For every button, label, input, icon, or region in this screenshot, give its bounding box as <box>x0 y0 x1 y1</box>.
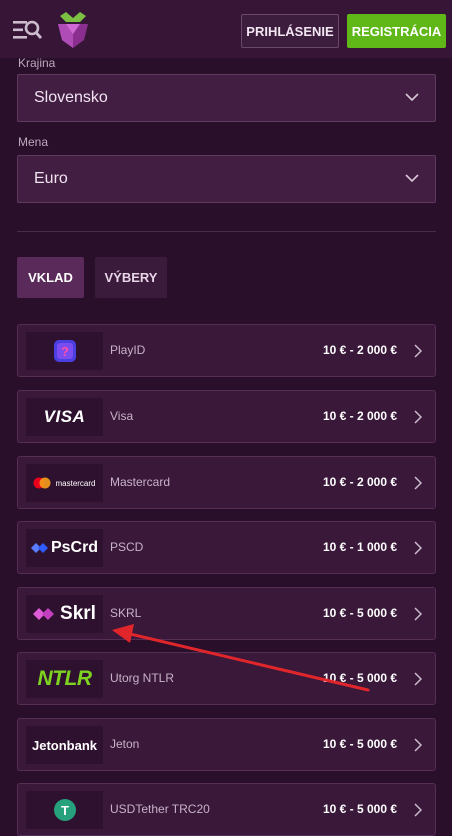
section-divider <box>17 231 436 232</box>
jetonbank-logo: Jetonbank <box>26 726 103 764</box>
mastercard-logo: mastercard <box>26 464 103 502</box>
svg-text:T: T <box>61 803 69 818</box>
payment-method-visa[interactable]: VISA Visa 10 € - 2 000 € <box>17 390 436 443</box>
method-name: PlayID <box>110 343 146 357</box>
chevron-right-icon <box>414 607 422 621</box>
country-label: Krajina <box>18 56 56 70</box>
pscrd-diamond-icon <box>30 543 48 553</box>
method-name: Mastercard <box>110 475 171 489</box>
pscrd-logo: PsCrd <box>26 529 103 567</box>
method-range: 10 € - 2 000 € <box>322 475 397 489</box>
method-range: 10 € - 1 000 € <box>322 540 397 554</box>
payment-method-jeton[interactable]: Jetonbank Jeton 10 € - 5 000 € <box>17 718 436 771</box>
tether-icon: T <box>53 799 76 821</box>
method-name: Utorg NTLR <box>110 671 175 685</box>
playid-logo: ? <box>26 332 103 370</box>
currency-select[interactable]: Euro <box>17 155 436 203</box>
chevron-down-icon <box>405 93 419 102</box>
chevron-right-icon <box>414 541 422 555</box>
menu-search-icon[interactable] <box>12 18 42 42</box>
method-name: Jeton <box>110 737 140 751</box>
ntlr-logo: NTLR <box>26 660 103 698</box>
skrl-diamond-icon <box>33 608 55 620</box>
skrl-logo: Skrl <box>26 595 103 633</box>
country-select[interactable]: Slovensko <box>17 74 436 122</box>
method-range: 10 € - 5 000 € <box>322 737 397 751</box>
tab-deposit[interactable]: VKLAD <box>17 257 84 298</box>
currency-label: Mena <box>18 135 49 149</box>
currency-value: Euro <box>34 170 68 187</box>
payment-method-pscd[interactable]: PsCrd PSCD 10 € - 1 000 € <box>17 521 436 574</box>
login-button[interactable]: PRIHLÁSENIE <box>241 14 339 48</box>
chevron-right-icon <box>414 476 422 490</box>
svg-text:?: ? <box>61 344 69 359</box>
raspberry-logo-icon[interactable] <box>56 12 90 48</box>
tether-logo: T <box>26 791 103 829</box>
chevron-right-icon <box>414 803 422 817</box>
method-range: 10 € - 2 000 € <box>322 343 397 357</box>
method-range: 10 € - 2 000 € <box>322 409 397 423</box>
mastercard-circles-icon <box>33 477 51 489</box>
method-range: 10 € - 5 000 € <box>322 802 397 816</box>
chevron-right-icon <box>414 344 422 358</box>
payment-method-mastercard[interactable]: mastercard Mastercard 10 € - 2 000 € <box>17 456 436 509</box>
method-name: SKRL <box>110 606 142 620</box>
method-range: 10 € - 5 000 € <box>322 606 397 620</box>
playid-icon: ? <box>53 340 76 362</box>
register-button[interactable]: REGISTRÁCIA <box>347 14 446 48</box>
payment-method-skrl[interactable]: Skrl SKRL 10 € - 5 000 € <box>17 587 436 640</box>
chevron-right-icon <box>414 672 422 686</box>
visa-logo: VISA <box>26 398 103 436</box>
top-header: PRIHLÁSENIE REGISTRÁCIA <box>0 0 452 58</box>
method-range: 10 € - 5 000 € <box>322 671 397 685</box>
method-name: Visa <box>110 409 134 423</box>
country-value: Slovensko <box>34 89 108 106</box>
method-name: PSCD <box>110 540 144 554</box>
chevron-right-icon <box>414 410 422 424</box>
method-name: USDTether TRC20 <box>110 802 210 816</box>
chevron-down-icon <box>405 174 419 183</box>
payment-method-playid[interactable]: ? PlayID 10 € - 2 000 € <box>17 324 436 377</box>
tab-withdrawals[interactable]: VÝBERY <box>95 257 167 298</box>
payment-method-usdt-trc20[interactable]: T USDTether TRC20 10 € - 5 000 € <box>17 783 436 836</box>
chevron-right-icon <box>414 738 422 752</box>
payment-method-utorg-ntlr[interactable]: NTLR Utorg NTLR 10 € - 5 000 € <box>17 652 436 705</box>
